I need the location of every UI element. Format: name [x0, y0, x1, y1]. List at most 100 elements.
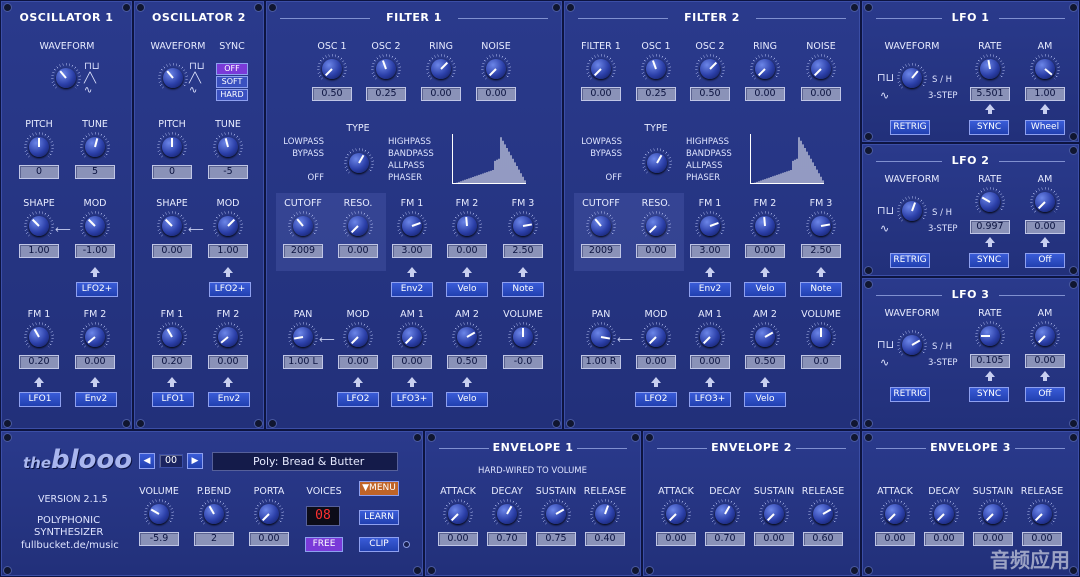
value-display[interactable]: 0.00 — [801, 87, 841, 101]
value-display[interactable]: 0.00 — [636, 355, 676, 369]
knob[interactable] — [288, 322, 318, 352]
value-display[interactable]: 0.40 — [585, 532, 625, 546]
sync-option-button[interactable]: OFF — [216, 63, 248, 75]
website-link[interactable]: fullbucket.de/music — [21, 540, 119, 551]
knob[interactable] — [695, 322, 725, 352]
knob[interactable] — [880, 499, 910, 529]
filter-type-knob[interactable] — [642, 148, 672, 178]
knob[interactable] — [397, 211, 427, 241]
knob[interactable] — [24, 322, 54, 352]
knob[interactable] — [586, 322, 616, 352]
knob[interactable] — [750, 322, 780, 352]
value-display[interactable]: 2.50 — [503, 244, 543, 258]
value-display[interactable]: 0.00 — [656, 532, 696, 546]
knob[interactable] — [452, 211, 482, 241]
value-display[interactable]: 0.00 — [1025, 354, 1065, 368]
value-display[interactable]: 0 — [19, 165, 59, 179]
knob[interactable] — [452, 322, 482, 352]
value-display[interactable]: 0.00 — [636, 244, 676, 258]
knob[interactable] — [443, 499, 473, 529]
mod-source-button[interactable]: Velo — [446, 392, 488, 407]
value-display[interactable]: -5 — [208, 165, 248, 179]
knob[interactable] — [1030, 321, 1060, 351]
value-display[interactable]: 3.00 — [690, 244, 730, 258]
value-display[interactable]: 0.00 — [75, 355, 115, 369]
value-display[interactable]: 3.00 — [392, 244, 432, 258]
knob[interactable] — [750, 211, 780, 241]
value-display[interactable]: 0.00 — [690, 355, 730, 369]
waveform-knob[interactable] — [51, 63, 81, 93]
knob[interactable] — [1030, 54, 1060, 84]
lfo-waveform-knob[interactable] — [897, 330, 927, 360]
knob[interactable] — [808, 499, 838, 529]
knob[interactable] — [157, 211, 187, 241]
knob[interactable] — [641, 54, 671, 84]
mod-source-button[interactable]: Velo — [446, 282, 488, 297]
knob[interactable] — [541, 499, 571, 529]
value-display[interactable]: 0.00 — [581, 87, 621, 101]
knob[interactable] — [929, 499, 959, 529]
mod-source-button[interactable]: Note — [800, 282, 842, 297]
value-display[interactable]: 0.00 — [421, 87, 461, 101]
value-display[interactable]: 0.50 — [690, 87, 730, 101]
sync-option-button[interactable]: HARD — [216, 89, 248, 101]
prev-program-button[interactable]: ◀ — [139, 453, 155, 469]
value-display[interactable]: 0.60 — [803, 532, 843, 546]
value-display[interactable]: 0.70 — [487, 532, 527, 546]
program-name-display[interactable]: Poly: Bread & Butter — [212, 452, 398, 471]
knob[interactable] — [806, 322, 836, 352]
mod-source-button[interactable]: LFO2+ — [209, 282, 251, 297]
program-number[interactable]: 00 — [159, 454, 183, 468]
value-display[interactable]: 0.20 — [152, 355, 192, 369]
value-display[interactable]: 1.00 — [1025, 87, 1065, 101]
value-display[interactable]: 0.75 — [536, 532, 576, 546]
value-display[interactable]: 0.00 — [392, 355, 432, 369]
value-display[interactable]: 0.00 — [476, 87, 516, 101]
value-display[interactable]: 0.25 — [366, 87, 406, 101]
mod-source-button[interactable]: LFO3+ — [689, 392, 731, 407]
menu-button[interactable]: ▼MENU — [359, 481, 399, 496]
value-display[interactable]: 2.50 — [801, 244, 841, 258]
knob[interactable] — [590, 499, 620, 529]
value-display[interactable]: 2009 — [283, 244, 323, 258]
knob[interactable] — [426, 54, 456, 84]
sync-option-button[interactable]: SOFT — [216, 76, 248, 88]
value-display[interactable]: 5 — [75, 165, 115, 179]
mod-source-button[interactable]: LFO2+ — [76, 282, 118, 297]
mod-source-button[interactable]: Velo — [744, 282, 786, 297]
knob[interactable] — [508, 322, 538, 352]
value-display[interactable]: 0.105 — [970, 354, 1010, 368]
clip-button[interactable]: CLIP — [359, 537, 399, 552]
knob[interactable] — [288, 211, 318, 241]
mod-source-button[interactable]: Velo — [744, 392, 786, 407]
value-display[interactable]: 0 — [152, 165, 192, 179]
retrig-button[interactable]: RETRIG — [890, 253, 930, 268]
value-display[interactable]: -0.0 — [503, 355, 543, 369]
value-display[interactable]: 2009 — [581, 244, 621, 258]
sync-button[interactable]: SYNC — [969, 253, 1009, 268]
mod-source-button[interactable]: Note — [502, 282, 544, 297]
value-display[interactable]: 0.0 — [801, 355, 841, 369]
knob[interactable] — [586, 54, 616, 84]
sync-button[interactable]: SYNC — [969, 387, 1009, 402]
mod-source-button[interactable]: LFO2 — [635, 392, 677, 407]
am-source-button[interactable]: Off — [1025, 253, 1065, 268]
free-button[interactable]: FREE — [305, 537, 343, 552]
knob[interactable] — [157, 132, 187, 162]
lfo-waveform-knob[interactable] — [897, 63, 927, 93]
value-display[interactable]: 0.00 — [745, 244, 785, 258]
value-display[interactable]: 0.00 — [438, 532, 478, 546]
value-display[interactable]: 0.00 — [338, 244, 378, 258]
knob[interactable] — [641, 211, 671, 241]
knob[interactable] — [975, 54, 1005, 84]
mod-source-button[interactable]: Env2 — [208, 392, 250, 407]
value-display[interactable]: 0.00 — [875, 532, 915, 546]
voices-display[interactable]: 08 — [306, 506, 340, 526]
value-display[interactable]: 0.00 — [338, 355, 378, 369]
mod-source-button[interactable]: Env2 — [689, 282, 731, 297]
knob[interactable] — [759, 499, 789, 529]
value-display[interactable]: 0.20 — [19, 355, 59, 369]
value-display[interactable]: 0.50 — [447, 355, 487, 369]
value-display[interactable]: 0.00 — [447, 244, 487, 258]
mod-source-button[interactable]: Env2 — [75, 392, 117, 407]
